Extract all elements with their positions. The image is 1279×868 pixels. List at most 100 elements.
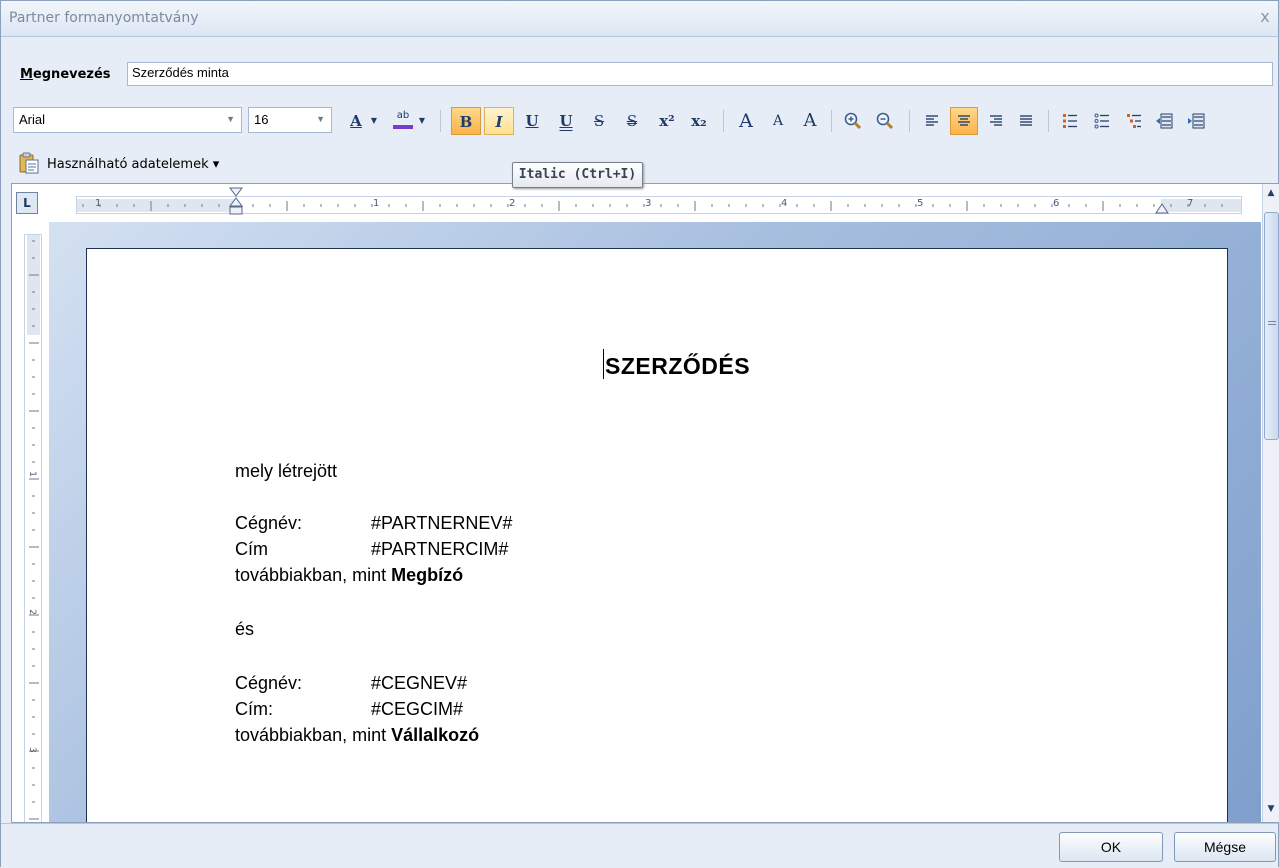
- decrease-indent-button[interactable]: [1151, 107, 1177, 135]
- party1-address-label: Cím: [235, 539, 268, 559]
- tab-stop-selector[interactable]: L: [16, 192, 38, 214]
- party2-name-value: #CEGNEV#: [371, 673, 468, 693]
- rich-text-editor[interactable]: L 1 1 2 3 4 5 6 7 1 2 3 SZERZŐDÉS mely l…: [11, 183, 1279, 823]
- font-color-button[interactable]: A: [343, 107, 369, 135]
- zoom-in-button[interactable]: [839, 107, 867, 135]
- subscript-button[interactable]: x₂: [685, 107, 713, 135]
- numbered-list-icon: [1063, 114, 1077, 128]
- document-page[interactable]: SZERZŐDÉS mely létrejött Cégnév: #PARTNE…: [86, 248, 1228, 822]
- party1-role-line: továbbiakban, mint Megbízó: [235, 565, 463, 586]
- horizontal-ruler[interactable]: 1 1 2 3 4 5 6 7: [76, 187, 1242, 215]
- multilevel-list-button[interactable]: [1121, 107, 1147, 135]
- increase-indent-button[interactable]: [1183, 107, 1209, 135]
- numbered-list-button[interactable]: [1057, 107, 1083, 135]
- clear-format-button[interactable]: A: [797, 107, 823, 135]
- highlight-button[interactable]: ab: [389, 107, 417, 135]
- close-button[interactable]: x: [1256, 7, 1274, 27]
- chevron-down-icon: ▼: [316, 114, 325, 124]
- font-name-combo[interactable]: Arial ▼: [13, 107, 242, 133]
- title-bar: Partner formanyomtatvány x: [1, 1, 1278, 37]
- vertical-ruler[interactable]: 1 2 3: [24, 234, 42, 822]
- party1-role: Megbízó: [391, 565, 464, 585]
- ruler-number: 1: [95, 198, 102, 209]
- party1-role-prefix: továbbiakban, mint: [235, 565, 392, 585]
- horizontal-ruler-ticks: [77, 199, 1241, 212]
- zoom-out-button[interactable]: [871, 107, 899, 135]
- ok-button[interactable]: OK: [1059, 832, 1163, 862]
- name-label: Megnevezés: [20, 67, 111, 82]
- chevron-down-icon: ▼: [226, 114, 235, 124]
- shrink-font-button[interactable]: A: [765, 107, 791, 135]
- party1-address-value: #PARTNERCIM#: [371, 539, 509, 559]
- party2-role-prefix: továbbiakban, mint: [235, 725, 392, 745]
- align-right-button[interactable]: [983, 107, 1009, 135]
- scroll-up-icon[interactable]: ▲: [1263, 188, 1279, 202]
- highlight-label: ab: [396, 110, 410, 121]
- party2-address-value: #CEGCIM#: [371, 699, 464, 719]
- document-title: SZERZŐDÉS: [603, 349, 750, 380]
- format-toolbar: Arial ▼ 16 ▼ A ▼ ab ▼ B I U U S S x² x₂ …: [13, 104, 1273, 138]
- party2-role-line: továbbiakban, mint Vállalkozó: [235, 725, 479, 746]
- vertical-ruler-ticks: [27, 235, 40, 820]
- and-line: és: [235, 619, 255, 639]
- ruler-number: 3: [645, 198, 652, 209]
- intro-line: mely létrejött: [235, 461, 338, 481]
- cancel-button[interactable]: Mégse: [1174, 832, 1276, 862]
- party2-role: Vállalkozó: [391, 725, 480, 745]
- align-right-icon: [990, 115, 1002, 126]
- justify-button[interactable]: [1013, 107, 1039, 135]
- grip-icon: [1268, 321, 1276, 325]
- separator: [1048, 110, 1049, 132]
- bullet-list-button[interactable]: [1089, 107, 1115, 135]
- scroll-thumb[interactable]: [1264, 212, 1279, 440]
- party1-name-label: Cégnév:: [235, 513, 303, 533]
- grow-font-button[interactable]: A: [731, 107, 761, 135]
- highlighter-icon: [393, 125, 413, 129]
- align-center-button[interactable]: [950, 107, 978, 135]
- double-strikethrough-button[interactable]: S: [619, 107, 645, 135]
- underline-button[interactable]: U: [519, 107, 545, 135]
- ruler-number: 1: [26, 471, 37, 477]
- indent-marker-icon[interactable]: [229, 187, 243, 217]
- ruler-number: 7: [1187, 198, 1194, 209]
- party2-name-label: Cégnév:: [235, 673, 303, 693]
- scroll-down-icon[interactable]: ▼: [1263, 804, 1279, 818]
- ruler-number: 2: [509, 198, 516, 209]
- ruler-number: 5: [917, 198, 924, 209]
- strikethrough-button[interactable]: S: [586, 107, 612, 135]
- bold-button[interactable]: B: [451, 107, 481, 135]
- increase-indent-icon: [1188, 113, 1205, 129]
- ruler-number: 2: [26, 609, 37, 615]
- font-color-dropdown[interactable]: ▼: [369, 107, 379, 135]
- vertical-scrollbar[interactable]: ▲ ▼: [1262, 184, 1279, 822]
- ruler-number: 1: [373, 198, 380, 209]
- document-title-text: SZERZŐDÉS: [605, 353, 751, 379]
- clipboard-icon: [19, 152, 39, 174]
- name-input[interactable]: Szerződés minta: [127, 62, 1273, 86]
- multilevel-list-icon: [1127, 114, 1141, 128]
- party1-name-value: #PARTNERNEV#: [371, 513, 513, 533]
- text-caret: [603, 349, 604, 379]
- right-indent-marker-icon[interactable]: [1155, 203, 1169, 215]
- zoom-out-icon: [876, 112, 894, 130]
- separator: [909, 110, 910, 132]
- name-label-accesskey: M: [20, 67, 33, 82]
- separator: [831, 110, 832, 132]
- zoom-in-icon: [844, 112, 862, 130]
- ruler-number: 6: [1053, 198, 1060, 209]
- double-underline-button[interactable]: U: [553, 107, 579, 135]
- dialog-window: Partner formanyomtatvány x Megnevezés Sz…: [0, 0, 1279, 868]
- align-left-button[interactable]: [919, 107, 945, 135]
- font-size-value: 16: [254, 112, 269, 127]
- highlight-dropdown[interactable]: ▼: [417, 107, 427, 135]
- italic-button[interactable]: I: [484, 107, 514, 135]
- dialog-footer: OK Mégse: [1, 823, 1278, 868]
- separator: [723, 110, 724, 132]
- justify-icon: [1020, 115, 1032, 126]
- ruler-number: 4: [781, 198, 788, 209]
- font-name-value: Arial: [19, 112, 46, 127]
- font-size-combo[interactable]: 16 ▼: [248, 107, 332, 133]
- superscript-button[interactable]: x²: [653, 107, 681, 135]
- tooltip: Italic (Ctrl+I): [512, 162, 643, 188]
- name-label-rest: egnevezés: [32, 67, 111, 82]
